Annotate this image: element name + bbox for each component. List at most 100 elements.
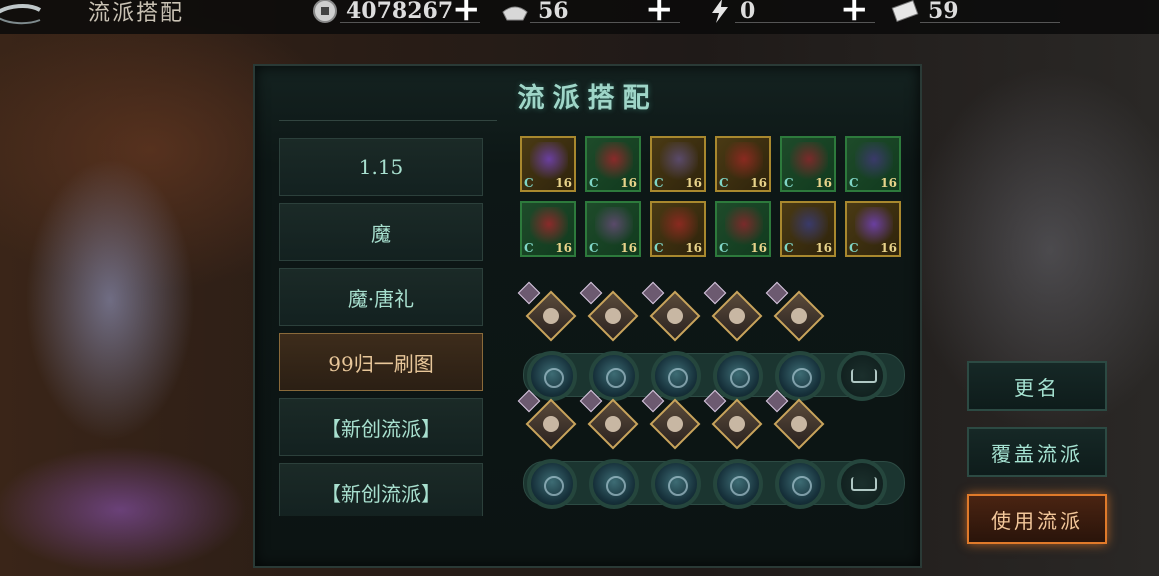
skirt-icon: [725, 142, 763, 180]
skill-glyph-icon: [544, 368, 564, 388]
refresh-icon: C: [784, 176, 794, 190]
refresh-icon: C: [589, 241, 599, 255]
character-face-icon: [791, 308, 807, 324]
build-item-5[interactable]: 【新创流派】: [279, 398, 483, 456]
mini-portrait-icon: [517, 281, 541, 305]
refresh-icon: C: [719, 176, 729, 190]
character-face-icon: [667, 308, 683, 324]
empty-slot-icon: [851, 369, 877, 383]
mini-portrait-icon: [641, 281, 665, 305]
equipment-level: 16: [815, 176, 832, 190]
equipment-level: 16: [620, 176, 637, 190]
equipment-level: 16: [750, 241, 767, 255]
overwrite-build-button[interactable]: 覆盖流派: [967, 427, 1107, 477]
skill-orb[interactable]: [589, 459, 639, 509]
skill-orb[interactable]: [775, 459, 825, 509]
equipment-level: 16: [620, 241, 637, 255]
skill-glyph-icon: [544, 476, 564, 496]
coin-value: 4078267: [346, 0, 454, 24]
refresh-icon: C: [784, 241, 794, 255]
skill-orb[interactable]: [713, 459, 763, 509]
gauntlet-icon: [595, 142, 633, 180]
armor-equipment-slot[interactable]: C 16: [650, 136, 706, 192]
panel-title: 流派搭配: [517, 83, 658, 114]
refresh-icon: C: [654, 176, 664, 190]
ingot-underline: [530, 22, 680, 23]
armor-icon: [660, 142, 698, 180]
equipment-level: 16: [555, 176, 572, 190]
stamina-value: 0: [740, 0, 756, 24]
amulet-equipment-slot[interactable]: C 16: [845, 136, 901, 192]
bracer-equipment-slot[interactable]: C 16: [650, 201, 706, 257]
skill-glyph-icon: [606, 368, 626, 388]
build-item-3[interactable]: 魔·唐礼: [279, 268, 483, 326]
use-build-button[interactable]: 使用流派: [967, 494, 1107, 544]
refresh-icon: C: [849, 241, 859, 255]
gauntlet-equipment-slot[interactable]: C 16: [585, 136, 641, 192]
shoulder-equipment-slot[interactable]: C 16: [780, 201, 836, 257]
equipment-level: 16: [685, 176, 702, 190]
mini-portrait-icon: [765, 281, 789, 305]
ticket-underline: [920, 22, 1060, 23]
spear-equipment-slot[interactable]: C 16: [520, 201, 576, 257]
ticket-icon: [891, 0, 919, 22]
rename-button[interactable]: 更名: [967, 361, 1107, 411]
build-item-4-selected[interactable]: 99归一刷图: [279, 333, 483, 391]
equipment-level: 16: [880, 241, 897, 255]
character-face-icon: [543, 308, 559, 324]
coin-underline: [340, 22, 480, 23]
build-item-1[interactable]: 1.15: [279, 138, 483, 196]
staff-icon: [530, 142, 568, 180]
skill-orb[interactable]: [713, 351, 763, 401]
skill-orb[interactable]: [527, 459, 577, 509]
skill-orb[interactable]: [651, 459, 701, 509]
skill-glyph-icon: [668, 476, 688, 496]
skill-orb[interactable]: [775, 351, 825, 401]
mini-portrait-icon: [579, 281, 603, 305]
ingot-value: 56: [538, 0, 569, 24]
skirt-equipment-slot[interactable]: C 16: [715, 136, 771, 192]
stamina-underline: [735, 22, 875, 23]
refresh-icon: C: [589, 176, 599, 190]
skill-orb[interactable]: [651, 351, 701, 401]
shoulder-icon: [790, 207, 828, 245]
refresh-icon: C: [719, 241, 729, 255]
dual-item-equipment-slot[interactable]: C 16: [845, 201, 901, 257]
refresh-icon: C: [524, 176, 534, 190]
refresh-icon: C: [849, 176, 859, 190]
skill-orb[interactable]: [589, 351, 639, 401]
character-face-icon: [667, 416, 683, 432]
refresh-icon: C: [654, 241, 664, 255]
list-top-edge: [279, 120, 497, 127]
robe-equipment-slot[interactable]: C 16: [585, 201, 641, 257]
skill-glyph-icon: [668, 368, 688, 388]
top-bar: 流派搭配 4078267 + 56 + 0 + 59: [0, 0, 1159, 34]
skill-glyph-icon: [730, 476, 750, 496]
belt-icon: [725, 207, 763, 245]
ingot-icon: [502, 6, 528, 21]
skill-glyph-icon: [792, 476, 812, 496]
skill-orb[interactable]: [527, 351, 577, 401]
coin-icon: [313, 0, 337, 23]
build-item-2[interactable]: 魔: [279, 203, 483, 261]
skill-glyph-icon: [730, 368, 750, 388]
belt-equipment-slot[interactable]: C 16: [715, 201, 771, 257]
equipment-level: 16: [555, 241, 572, 255]
amulet-icon: [855, 142, 893, 180]
skill-glyph-icon: [792, 368, 812, 388]
ticket-value: 59: [928, 0, 959, 24]
character-face-icon: [791, 416, 807, 432]
empty-skill-orb[interactable]: [837, 459, 887, 509]
equipment-level: 16: [685, 241, 702, 255]
build-list[interactable]: 1.15 魔 魔·唐礼 99归一刷图 【新创流派】 【新创流派】: [275, 120, 497, 516]
empty-skill-orb[interactable]: [837, 351, 887, 401]
empty-slot-icon: [851, 477, 877, 491]
staff-equipment-slot[interactable]: C 16: [520, 136, 576, 192]
equipment-level: 16: [815, 241, 832, 255]
character-face-icon: [605, 416, 621, 432]
back-arrow-icon[interactable]: [0, 2, 44, 28]
character-face-icon: [729, 308, 745, 324]
boots-equipment-slot[interactable]: C 16: [780, 136, 836, 192]
refresh-icon: C: [524, 241, 534, 255]
build-item-6[interactable]: 【新创流派】: [279, 463, 483, 516]
